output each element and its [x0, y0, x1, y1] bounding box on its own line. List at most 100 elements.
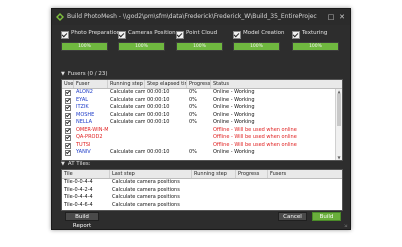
fuser-elapsed-cell [145, 142, 187, 149]
tile-row[interactable]: Tile-0-4-4-4 Calculate camera positions [62, 194, 342, 201]
progress-bar: 100% [118, 42, 165, 51]
phase-photo-preparation: Photo Preparation 100% [61, 30, 120, 61]
fuser-fuser-cell: TUTSI [76, 141, 91, 148]
fuser-row[interactable]: TUTSI Offline - Will be used when online [62, 142, 342, 149]
use-fuser-checkbox[interactable] [65, 112, 71, 119]
fuser-row[interactable]: OMER-WIN-MINI Offline - Will be used when… [62, 127, 342, 134]
fuser-elapsed-cell: 00:00:10 [147, 89, 170, 95]
fuser-step-cell: Calculate cam [110, 111, 145, 118]
use-fuser-checkbox[interactable] [65, 120, 71, 126]
scroll-down-icon[interactable]: ▼ [336, 155, 342, 160]
model-creation-checkbox[interactable] [233, 31, 241, 39]
column-header-running-step[interactable]: Running step [192, 170, 236, 178]
fuser-fuser-cell: ITZIK [76, 104, 89, 110]
fuser-progress-cell [187, 142, 211, 149]
build-report-button[interactable]: Build Report [65, 212, 99, 229]
fuser-elapsed-cell: 00:00:10 [147, 111, 170, 118]
column-header-fusers[interactable]: Fusers [268, 170, 342, 178]
use-fuser-checkbox[interactable] [65, 127, 71, 134]
phase-label: Texturing [302, 30, 328, 36]
fuser-row[interactable]: QA-PROD2 Offline - Will be used when onli… [62, 134, 342, 141]
fuser-step-cell: Calculate cam [110, 96, 145, 103]
cancel-button[interactable]: Cancel [278, 212, 307, 221]
fuser-status-cell: Online - Working [213, 104, 255, 110]
point-cloud-checkbox[interactable] [176, 31, 184, 39]
use-fuser-checkbox[interactable] [65, 90, 71, 96]
tile-tile-cell: Tile-0-4-4-4 [64, 194, 93, 200]
column-header-last-step[interactable]: Last step [110, 170, 192, 178]
fuser-elapsed-cell: 00:00:10 [147, 96, 170, 103]
column-header-use[interactable]: Use [62, 80, 74, 88]
close-icon[interactable]: ✕ [337, 12, 347, 22]
fusers-scrollbar[interactable]: ▲ ▼ [335, 89, 342, 160]
fuser-row[interactable]: NELLA Calculate cam 00:00:10 0% Online - Wor… [62, 119, 342, 126]
column-header-fuser[interactable]: Fuser [74, 80, 108, 88]
fuser-step-cell: Calculate cam [110, 149, 145, 155]
tiles-table-header: Tile Last step Running step Progress Fus… [62, 170, 342, 179]
photomesh-app-icon [56, 13, 64, 21]
build-button[interactable]: Build [312, 212, 341, 221]
fuser-fuser-cell: ALON2 [76, 89, 93, 95]
phase-cameras-position: Cameras Position 100% [118, 30, 176, 61]
column-header-tile[interactable]: Tile [62, 170, 110, 178]
collapse-arrow-icon[interactable]: ▼ [61, 71, 65, 77]
phase-label: Photo Preparation [71, 30, 121, 36]
fuser-row[interactable]: ITZIK Calculate cam 00:00:10 0% Online - Wor… [62, 104, 342, 111]
fusers-header-label: Fusers (0 / 23) [67, 71, 108, 77]
column-header-step-elapsed-time[interactable]: Step elapsed time [145, 80, 187, 88]
fuser-status-cell: Online - Working [213, 149, 255, 155]
fuser-status-cell: Online - Working [213, 119, 255, 125]
phase-point-cloud: Point Cloud 100% [176, 30, 223, 61]
fuser-progress-cell: 0% [189, 111, 197, 118]
use-fuser-checkbox[interactable] [65, 97, 71, 104]
progress-bar: 100% [292, 42, 339, 51]
fuser-row[interactable]: YANIV Calculate cam 00:00:10 0% Online - Wor… [62, 149, 342, 156]
column-header-progress[interactable]: Progress [187, 80, 211, 88]
fuser-step-cell: Calculate cam [110, 119, 145, 125]
tiles-section-header[interactable]: ▼ AT Tiles: [61, 161, 91, 167]
progress-bar: 100% [233, 42, 280, 51]
use-fuser-checkbox[interactable] [65, 135, 71, 141]
column-header-running-step[interactable]: Running step [108, 80, 145, 88]
tile-tile-cell: Tile-0-0-4-4 [64, 179, 93, 185]
tile-tile-cell: Tile-0-4-6-4 [64, 201, 93, 208]
cameras-position-checkbox[interactable] [118, 31, 126, 39]
title-bar[interactable]: Build PhotoMesh - \\god2\pm\sfm\data\Fre… [52, 9, 350, 25]
column-header-status[interactable]: Status [211, 80, 336, 88]
use-fuser-checkbox[interactable] [65, 142, 71, 149]
fusers-section-header[interactable]: ▼ Fusers (0 / 23) [61, 71, 107, 77]
use-fuser-checkbox[interactable] [65, 150, 71, 156]
column-header-progress[interactable]: Progress [236, 170, 268, 178]
progress-label: 100% [193, 44, 206, 49]
tiles-table: Tile Last step Running step Progress Fus… [61, 169, 343, 211]
fuser-step-cell [108, 134, 145, 141]
tile-row[interactable]: Tile-0-4-6-4 Calculate camera positions [62, 202, 342, 209]
fuser-step-cell [108, 127, 145, 134]
tile-row[interactable]: Tile-0-4-2-4 Calculate camera positions [62, 187, 342, 194]
fuser-row[interactable]: MOSHE Calculate cam 00:00:10 0% Online - Wor… [62, 112, 342, 119]
fuser-status-cell: Online - Working [213, 111, 255, 118]
scrollbar-thumb[interactable] [337, 94, 341, 126]
texturing-checkbox[interactable] [292, 31, 300, 39]
fuser-status-cell: Offline - Will be used when online [213, 141, 297, 148]
maximize-icon[interactable]: □ [326, 12, 336, 22]
fuser-step-cell: Calculate cam [110, 89, 145, 95]
use-fuser-checkbox[interactable] [65, 105, 71, 111]
fuser-fuser-cell: EYAL [76, 96, 89, 103]
photo-preparation-checkbox[interactable] [61, 31, 69, 39]
fuser-status-cell: Offline - Will be used when online [213, 134, 297, 140]
progress-label: 100% [135, 44, 148, 49]
resize-grip-icon[interactable]: ⇲ [344, 223, 349, 228]
collapse-arrow-icon[interactable]: ▼ [61, 161, 65, 167]
fuser-row[interactable]: EYAL Calculate cam 00:00:10 0% Online - Work… [62, 97, 342, 104]
window-title: Build PhotoMesh - \\god2\pm\sfm\data\Fre… [67, 13, 317, 20]
fusers-table: Use Fuser Running step Step elapsed time… [61, 79, 343, 161]
phase-label: Point Cloud [186, 30, 218, 36]
fuser-step-cell [108, 142, 145, 149]
tile-row[interactable]: Tile-0-0-4-4 Calculate camera positions [62, 179, 342, 186]
progress-label: 100% [309, 44, 322, 49]
fuser-progress-cell: 0% [189, 119, 197, 125]
fuser-row[interactable]: ALON2 Calculate cam 00:00:10 0% Online - Wor… [62, 89, 342, 96]
fuser-progress-cell: 0% [189, 104, 197, 110]
tile-last-step-cell: Calculate camera positions [112, 194, 180, 200]
